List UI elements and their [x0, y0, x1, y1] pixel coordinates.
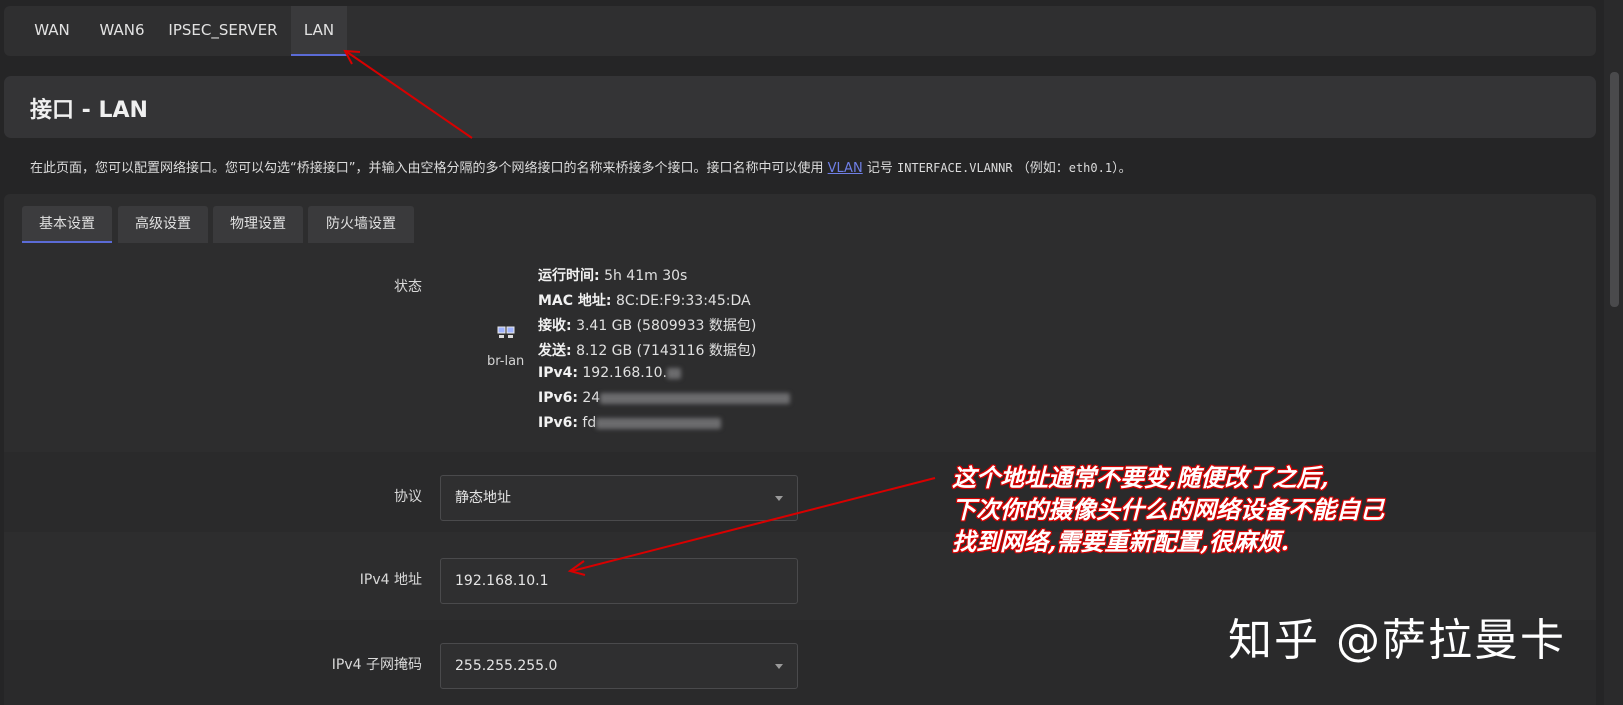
- annotation-text-line: 找到网络,需要重新配置,很麻烦.: [952, 527, 1290, 556]
- watermark: 知乎 @萨拉曼卡: [1228, 615, 1566, 666]
- annotation-text-line: 这个地址通常不要变,随便改了之后,: [952, 463, 1329, 492]
- annotation-arrows: [343, 49, 936, 576]
- arrow-to-ipv4-field: [571, 477, 936, 572]
- annotation-text-line: 下次你的摄像头什么的网络设备不能自己: [952, 495, 1384, 524]
- arrow-to-lan-tab: [346, 51, 473, 139]
